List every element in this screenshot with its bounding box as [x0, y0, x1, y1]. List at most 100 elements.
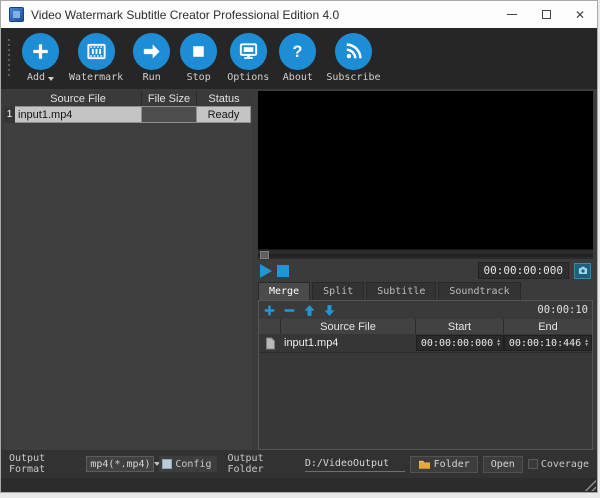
start-time-value: 00:00:00:000: [421, 338, 493, 349]
watermark-label: Watermark: [69, 72, 123, 83]
tab-split[interactable]: Split: [312, 282, 364, 300]
merge-column-source-file[interactable]: Source File: [281, 319, 416, 334]
add-button[interactable]: Add: [22, 33, 59, 83]
playback-time: 00:00:00:000: [478, 262, 569, 279]
about-button[interactable]: ? About: [279, 33, 316, 83]
output-format-label: Output Format: [9, 453, 81, 475]
tab-merge[interactable]: Merge: [258, 282, 310, 300]
options-button[interactable]: Options: [227, 33, 269, 83]
coverage-label: Coverage: [541, 459, 589, 470]
file-table-row[interactable]: 1 input1.mp4 Ready: [4, 106, 252, 123]
stop-playback-button[interactable]: [277, 265, 289, 277]
row-number: 1: [4, 106, 15, 123]
config-checkbox[interactable]: Config: [159, 456, 217, 472]
minimize-icon: [507, 14, 517, 15]
merge-table-row[interactable]: input1.mp4 00:00:00:000 ▲▼ 00:00:10:446 …: [259, 334, 592, 353]
monitor-icon: [230, 33, 267, 70]
seek-bar[interactable]: [258, 249, 593, 259]
source-file-cell[interactable]: input1.mp4: [15, 106, 142, 123]
file-list-panel: Source File File Size Status 1 input1.mp…: [4, 91, 252, 450]
bottom-bar: Output Format mp4(*.mp4) Config Output F…: [1, 450, 597, 478]
options-label: Options: [227, 72, 269, 83]
file-table-header: Source File File Size Status: [4, 91, 252, 106]
maximize-icon: [542, 10, 551, 19]
total-duration: 00:00:10: [537, 304, 588, 316]
tab-subtitle[interactable]: Subtitle: [366, 282, 436, 300]
spinner-arrows-icon[interactable]: ▲▼: [584, 339, 589, 347]
edit-tabs: Merge Split Subtitle Soundtrack: [258, 282, 593, 300]
run-label: Run: [143, 72, 161, 83]
stop-label: Stop: [187, 72, 211, 83]
column-header-status[interactable]: Status: [197, 91, 251, 106]
checkbox-icon[interactable]: [162, 459, 172, 469]
end-time-value: 00:00:10:446: [509, 338, 581, 349]
file-size-cell[interactable]: [142, 106, 197, 123]
run-button[interactable]: Run: [133, 33, 170, 83]
main-area: Source File File Size Status 1 input1.mp…: [1, 89, 597, 450]
minimize-button[interactable]: [495, 1, 529, 28]
transport-controls: 00:00:00:000: [258, 259, 593, 282]
snapshot-button[interactable]: [574, 263, 591, 279]
resize-grip[interactable]: [584, 479, 596, 491]
open-button-label: Open: [491, 459, 515, 470]
svg-text:?: ?: [293, 43, 303, 61]
open-button[interactable]: Open: [483, 456, 523, 473]
window-controls: ✕: [495, 1, 597, 28]
chevron-down-icon: [48, 77, 54, 81]
folder-button[interactable]: Folder: [410, 456, 478, 473]
merge-column-end[interactable]: End: [504, 319, 592, 334]
start-time-spinbox[interactable]: 00:00:00:000 ▲▼: [416, 335, 504, 351]
status-bar: [1, 478, 597, 492]
config-label: Config: [175, 459, 211, 470]
close-icon: ✕: [575, 9, 585, 21]
row-number-gutter: [4, 91, 15, 106]
merge-tab-panel: 00:00:10 Source File Start End input1.mp…: [258, 300, 593, 450]
file-icon: [265, 337, 276, 350]
merge-column-start[interactable]: Start: [416, 319, 504, 334]
output-format-value: mp4(*.mp4): [90, 459, 150, 470]
checkbox-icon[interactable]: [528, 459, 538, 469]
end-time-spinbox[interactable]: 00:00:10:446 ▲▼: [504, 335, 592, 351]
move-down-button[interactable]: [323, 304, 336, 317]
column-header-file-size[interactable]: File Size: [142, 91, 197, 106]
seek-handle[interactable]: [260, 251, 269, 259]
stop-square-icon: [180, 33, 217, 70]
icon-column-header: [259, 319, 281, 334]
film-icon: [78, 33, 115, 70]
close-button[interactable]: ✕: [563, 1, 597, 28]
merge-toolbar: 00:00:10: [259, 301, 592, 319]
seek-track: [258, 254, 593, 257]
arrow-right-icon: [133, 33, 170, 70]
output-folder-value: D:/VideoOutput: [305, 458, 389, 469]
rss-icon: [335, 33, 372, 70]
app-logo-icon: [9, 7, 24, 22]
output-folder-label: Output Folder: [227, 453, 299, 475]
about-label: About: [283, 72, 313, 83]
coverage-checkbox[interactable]: Coverage: [528, 459, 589, 470]
output-format-select[interactable]: mp4(*.mp4): [86, 456, 154, 472]
status-cell[interactable]: Ready: [197, 106, 251, 123]
merge-table-header: Source File Start End: [259, 319, 592, 334]
maximize-button[interactable]: [529, 1, 563, 28]
plus-icon: [22, 33, 59, 70]
camera-icon: [577, 265, 589, 276]
stop-button[interactable]: Stop: [180, 33, 217, 83]
play-button[interactable]: [260, 264, 272, 278]
toolbar-grip-handle[interactable]: [7, 39, 11, 79]
watermark-button[interactable]: Watermark: [69, 33, 123, 83]
folder-button-label: Folder: [434, 459, 470, 470]
video-preview[interactable]: [258, 91, 593, 249]
subscribe-button[interactable]: Subscribe: [326, 33, 380, 83]
question-icon: ?: [279, 33, 316, 70]
spinner-arrows-icon[interactable]: ▲▼: [496, 339, 501, 347]
move-up-button[interactable]: [303, 304, 316, 317]
tab-soundtrack[interactable]: Soundtrack: [438, 282, 520, 300]
remove-item-button[interactable]: [283, 304, 296, 317]
title-bar: Video Watermark Subtitle Creator Profess…: [1, 1, 597, 28]
output-folder-field[interactable]: D:/VideoOutput: [305, 457, 405, 472]
folder-icon: [418, 459, 431, 470]
merge-source-file: input1.mp4: [281, 337, 416, 349]
app-window: Video Watermark Subtitle Creator Profess…: [0, 0, 598, 493]
add-item-button[interactable]: [263, 304, 276, 317]
column-header-source-file[interactable]: Source File: [15, 91, 142, 106]
